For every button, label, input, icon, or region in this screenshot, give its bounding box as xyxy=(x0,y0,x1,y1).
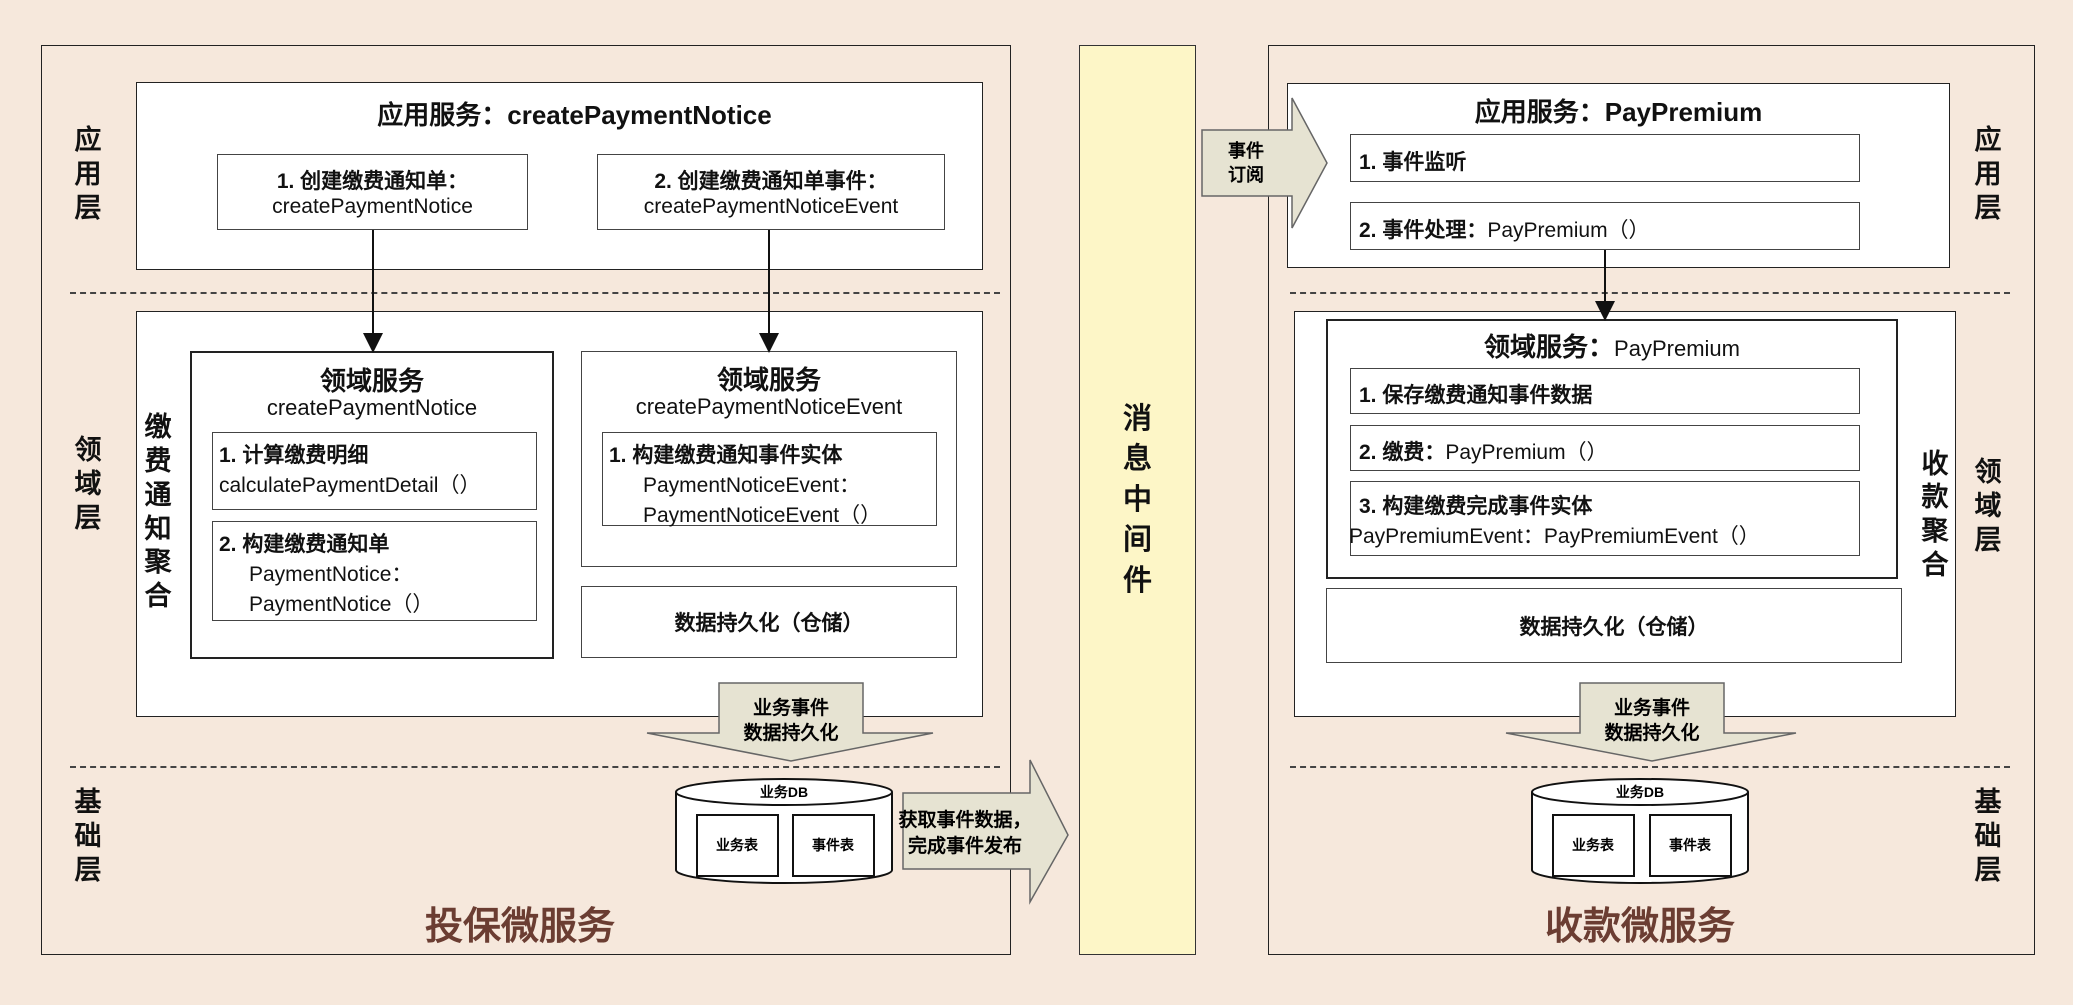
layer-char: 层 xyxy=(74,502,102,533)
aggregate-char: 款 xyxy=(1921,482,1949,513)
step-code: createPaymentNoticeEvent xyxy=(643,195,899,218)
right-microservice-title: 收款微服务 xyxy=(1544,906,1735,948)
domain-service-heading: 领域服务：PayPremium xyxy=(1328,327,1896,364)
layer-char: 层 xyxy=(74,192,102,223)
domain-service-code: createPaymentNotice xyxy=(266,395,478,420)
aggregate-char: 聚 xyxy=(144,547,172,578)
item-code: PaymentNotice（） xyxy=(249,593,434,616)
left-layer-divider-top xyxy=(70,292,1000,294)
middleware-char: 件 xyxy=(1122,564,1152,597)
layer-char: 层 xyxy=(1974,854,2002,885)
left-ds1-item-build-notice: 2. 构建缴费通知单 PaymentNotice： PaymentNotice（… xyxy=(212,521,537,621)
layer-char: 域 xyxy=(1974,491,2002,522)
item-code: PaymentNoticeEvent（） xyxy=(643,504,882,527)
left-persistence-box: 数据持久化（仓储） xyxy=(581,586,957,658)
right-ds-item-build-event: 3. 构建缴费完成事件实体 PayPremiumEvent：PayPremium… xyxy=(1349,481,1860,556)
layer-char: 应 xyxy=(74,125,102,156)
aggregate-char: 合 xyxy=(1921,549,1949,580)
step-title: 2. 创建缴费通知单事件： xyxy=(654,170,888,193)
right-layer-divider-bottom xyxy=(1290,766,2010,768)
step-code: createPaymentNotice xyxy=(272,195,473,218)
left-microservice-title: 投保微服务 xyxy=(424,906,615,948)
domain-service-code: PayPremium xyxy=(1614,336,1740,361)
domain-service-title: 领域服务： xyxy=(1484,332,1615,362)
aggregate-char: 聚 xyxy=(1921,516,1949,546)
middleware-char: 息 xyxy=(1122,443,1152,476)
item-title: 2. 缴费： xyxy=(1359,441,1446,464)
aggregate-char: 收 xyxy=(1921,448,1949,479)
layer-char: 用 xyxy=(1974,159,2002,190)
step-title: 1. 创建缴费通知单： xyxy=(276,170,469,193)
item-title: 1. 构建缴费通知事件实体 xyxy=(609,444,843,467)
layer-char: 应 xyxy=(1974,125,2002,156)
domain-service-code: createPaymentNoticeEvent xyxy=(635,394,903,419)
domain-service-title: 领域服务 xyxy=(716,365,821,395)
layer-char: 基 xyxy=(74,787,102,818)
layer-char: 领 xyxy=(74,435,102,466)
middleware-char: 间 xyxy=(1122,524,1152,557)
middleware-char: 消 xyxy=(1122,402,1152,435)
right-infra-layer-label: 基础层 xyxy=(1968,782,2008,892)
item-code: PayPremium（） xyxy=(1445,441,1608,464)
left-step-create-event: 2. 创建缴费通知单事件： createPaymentNoticeEvent xyxy=(597,154,945,230)
right-layer-divider-top xyxy=(1290,292,2010,294)
message-middleware-bar: 消息中间件 xyxy=(1079,45,1196,955)
aggregate-char: 知 xyxy=(144,513,172,544)
item-code: PaymentNoticeEvent： xyxy=(643,474,861,497)
item-code: PaymentNotice： xyxy=(249,563,413,586)
item-title: 3. 构建缴费完成事件实体 xyxy=(1359,495,1593,518)
left-infra-layer-label: 基础层 xyxy=(68,782,108,892)
aggregate-char: 缴 xyxy=(144,412,172,443)
item-code: PayPremiumEvent：PayPremiumEvent（） xyxy=(1349,525,1760,548)
layer-char: 域 xyxy=(74,469,102,500)
left-ds2-item-build-event: 1. 构建缴费通知事件实体 PaymentNoticeEvent： Paymen… xyxy=(602,432,937,527)
right-aggregate-label: 收款聚合 xyxy=(1915,440,1955,590)
aggregate-char: 通 xyxy=(144,479,172,510)
event-subscribe-text-2: 订阅 xyxy=(1228,164,1264,185)
step-code: PayPremium（） xyxy=(1487,219,1650,242)
domain-service-title: 领域服务 xyxy=(319,366,424,396)
right-step-event-handle: 2. 事件处理：PayPremium（） xyxy=(1350,202,1860,250)
left-ds1-item-calc-detail: 1. 计算缴费明细 calculatePaymentDetail（） xyxy=(212,432,537,510)
layer-char: 基 xyxy=(1974,787,2002,818)
middleware-char: 中 xyxy=(1122,483,1152,516)
layer-char: 础 xyxy=(74,821,102,852)
item-title: 1. 计算缴费明细 xyxy=(219,444,369,467)
right-ds-item-pay: 2. 缴费：PayPremium（） xyxy=(1350,425,1860,471)
left-domain-layer-label: 领域层 xyxy=(68,430,108,540)
right-persistence-box: 数据持久化（仓储） xyxy=(1326,588,1902,663)
right-app-service-title: 应用服务：PayPremium xyxy=(1474,97,1763,127)
layer-char: 层 xyxy=(74,854,102,885)
right-domain-layer-label: 领域层 xyxy=(1968,452,2008,562)
layer-char: 层 xyxy=(1974,524,2002,555)
aggregate-char: 费 xyxy=(144,446,172,476)
left-app-service-title: 应用服务：createPaymentNotice xyxy=(377,100,772,130)
layer-char: 用 xyxy=(74,159,102,190)
aggregate-char: 合 xyxy=(144,581,172,611)
right-step-event-listen: 1. 事件监听 xyxy=(1350,134,1860,182)
left-step-create-notice: 1. 创建缴费通知单： createPaymentNotice xyxy=(217,154,528,230)
left-app-layer-label: 应用层 xyxy=(68,120,108,230)
right-app-layer-label: 应用层 xyxy=(1968,120,2008,230)
step-title: 2. 事件处理： xyxy=(1359,219,1488,242)
left-layer-divider-bottom xyxy=(70,766,1000,768)
right-ds-item-save-event: 1. 保存缴费通知事件数据 xyxy=(1350,368,1860,414)
layer-char: 层 xyxy=(1974,192,2002,223)
layer-char: 领 xyxy=(1974,457,2002,488)
item-title: 2. 构建缴费通知单 xyxy=(219,533,390,556)
diagram-canvas: { "left": { "layers": { "app": "应用层", "d… xyxy=(0,0,2073,1005)
left-aggregate-label: 缴费通知聚合 xyxy=(138,405,178,620)
item-code: calculatePaymentDetail（） xyxy=(219,474,481,497)
layer-char: 础 xyxy=(1974,821,2002,852)
event-subscribe-text-1: 事件 xyxy=(1228,140,1264,161)
